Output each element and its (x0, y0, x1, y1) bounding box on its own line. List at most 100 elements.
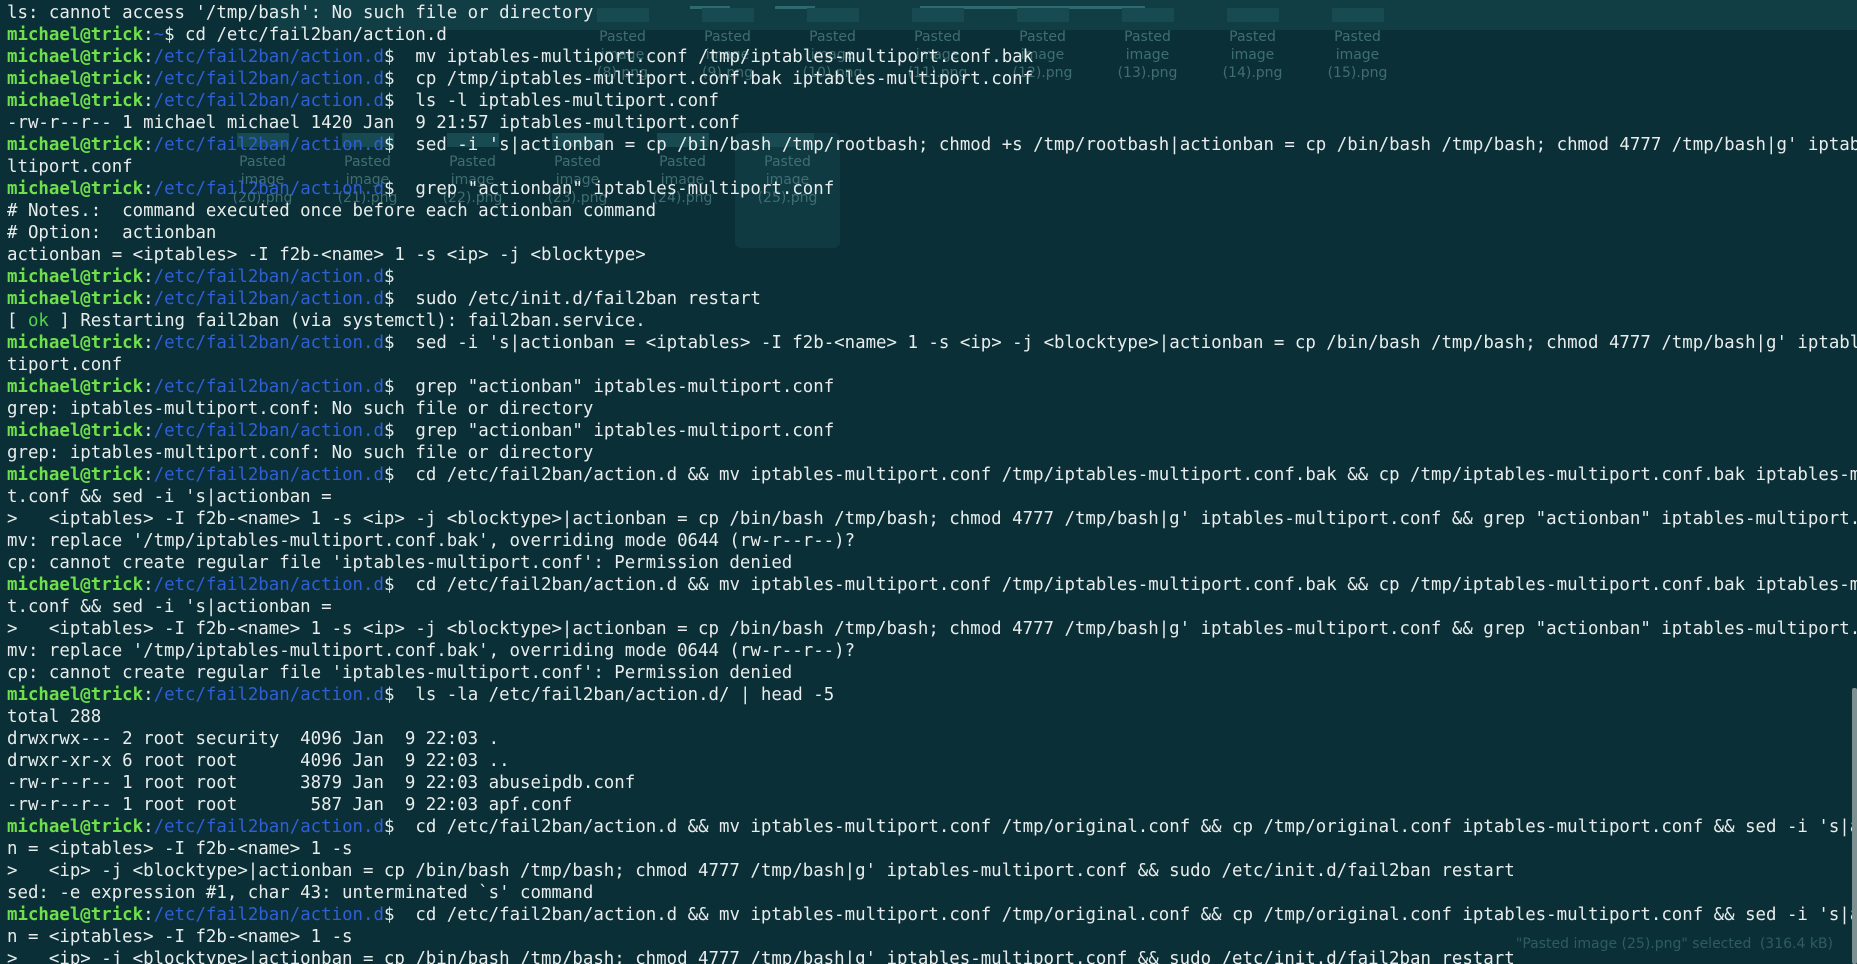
prompt-colon: : (143, 179, 154, 199)
prompt-dollar: $ (383, 685, 395, 705)
prompt-user: michael@trick (7, 135, 144, 155)
command-text: ls -l iptables-multiport.conf (394, 91, 720, 111)
prompt-user: michael@trick (7, 91, 144, 111)
output-line: ls: cannot access '/tmp/bash': No such f… (7, 2, 1849, 24)
prompt-user: michael@trick (7, 817, 144, 837)
prompt-path: /etc/fail2ban/action.d (153, 333, 384, 353)
command-text: cd /etc/fail2ban/action.d && mv iptables… (394, 817, 1857, 837)
prompt-user: michael@trick (7, 575, 144, 595)
prompt-colon: : (143, 465, 154, 485)
prompt-path: ~ (153, 25, 165, 45)
prompt-colon: : (143, 69, 154, 89)
output-text: -rw-r--r-- 1 root root 3879 Jan 9 22:03 … (7, 773, 636, 793)
output-text: ltiport.conf (7, 157, 133, 177)
output-text: t.conf && sed -i 's|actionban = (7, 487, 332, 507)
output-text: total 288 (7, 707, 102, 727)
prompt-path: /etc/fail2ban/action.d (153, 47, 384, 67)
prompt-colon: : (143, 135, 154, 155)
output-text: grep: iptables-multiport.conf: No such f… (7, 443, 594, 463)
prompt-line: michael@trick:/etc/fail2ban/action.d$ se… (7, 134, 1857, 156)
prompt-colon: : (143, 333, 154, 353)
prompt-line: michael@trick:~$ cd /etc/fail2ban/action… (7, 24, 1849, 46)
prompt-line: michael@trick:/etc/fail2ban/action.d$ su… (7, 288, 1849, 310)
prompt-line: michael@trick:/etc/fail2ban/action.d$ gr… (7, 376, 1849, 398)
command-text: cp /tmp/iptables-multiport.conf.bak ipta… (394, 69, 1034, 89)
output-text: > <ip> -j <blocktype>|actionban = cp /bi… (7, 949, 1515, 964)
output-text: # Notes.: command executed once before e… (7, 201, 657, 221)
prompt-path: /etc/fail2ban/action.d (153, 465, 384, 485)
ok-bracket-open: [ (7, 311, 18, 331)
command-text: grep "actionban" iptables-multiport.conf (394, 179, 835, 199)
output-line: t.conf && sed -i 's|actionban = (7, 596, 1849, 618)
prompt-dollar: $ (383, 69, 395, 89)
output-text: actionban = <iptables> -I f2b-<name> 1 -… (7, 245, 646, 265)
terminal-output[interactable]: ls: cannot access '/tmp/bash': No such f… (0, 0, 1857, 964)
command-text: cd /etc/fail2ban/action.d (174, 25, 447, 45)
output-text: > <ip> -j <blocktype>|actionban = cp /bi… (7, 861, 1515, 881)
prompt-path: /etc/fail2ban/action.d (153, 267, 384, 287)
prompt-colon: : (143, 267, 154, 287)
prompt-colon: : (143, 575, 154, 595)
prompt-dollar: $ (383, 817, 395, 837)
prompt-path: /etc/fail2ban/action.d (153, 905, 384, 925)
output-line: > <iptables> -I f2b-<name> 1 -s <ip> -j … (7, 618, 1857, 640)
prompt-path: /etc/fail2ban/action.d (153, 69, 384, 89)
prompt-dollar: $ (383, 135, 395, 155)
ok-bracket-close: ] (59, 311, 70, 331)
command-text: sed -i 's|actionban = <iptables> -I f2b-… (394, 333, 1857, 353)
command-text: sudo /etc/init.d/fail2ban restart (394, 289, 761, 309)
terminal-scrollbar[interactable] (1852, 688, 1857, 964)
ok-status: ok (17, 311, 60, 331)
prompt-line: michael@trick:/etc/fail2ban/action.d$ cp… (7, 68, 1849, 90)
prompt-user: michael@trick (7, 47, 144, 67)
prompt-dollar: $ (383, 289, 395, 309)
prompt-colon: : (143, 905, 154, 925)
output-line: [ ok ] Restarting fail2ban (via systemct… (7, 310, 1849, 332)
output-text: -rw-r--r-- 1 michael michael 1420 Jan 9 … (7, 113, 740, 133)
prompt-line: michael@trick:/etc/fail2ban/action.d$ ls… (7, 90, 1849, 112)
output-line: > <ip> -j <blocktype>|actionban = cp /bi… (7, 860, 1849, 882)
prompt-user: michael@trick (7, 685, 144, 705)
prompt-user: michael@trick (7, 905, 144, 925)
prompt-user: michael@trick (7, 267, 144, 287)
output-line: n = <iptables> -I f2b-<name> 1 -s (7, 926, 1849, 948)
command-text: grep "actionban" iptables-multiport.conf (394, 421, 835, 441)
output-text: cp: cannot create regular file 'iptables… (7, 553, 793, 573)
output-text: t.conf && sed -i 's|actionban = (7, 597, 332, 617)
prompt-line: michael@trick:/etc/fail2ban/action.d$ cd… (7, 904, 1857, 926)
output-text: Restarting fail2ban (via systemctl): fai… (69, 311, 646, 331)
prompt-dollar: $ (383, 333, 395, 353)
command-text: ls -la /etc/fail2ban/action.d/ | head -5 (394, 685, 835, 705)
prompt-path: /etc/fail2ban/action.d (153, 575, 384, 595)
prompt-user: michael@trick (7, 179, 144, 199)
output-line: > <iptables> -I f2b-<name> 1 -s <ip> -j … (7, 508, 1857, 530)
output-text: grep: iptables-multiport.conf: No such f… (7, 399, 594, 419)
prompt-dollar: $ (383, 47, 395, 67)
prompt-path: /etc/fail2ban/action.d (153, 179, 384, 199)
prompt-dollar: $ (383, 905, 395, 925)
output-line: tiport.conf (7, 354, 1849, 376)
prompt-user: michael@trick (7, 333, 144, 353)
output-line: > <ip> -j <blocktype>|actionban = cp /bi… (7, 948, 1849, 964)
prompt-colon: : (143, 25, 154, 45)
prompt-colon: : (143, 377, 154, 397)
prompt-path: /etc/fail2ban/action.d (153, 91, 384, 111)
prompt-user: michael@trick (7, 377, 144, 397)
output-line: # Option: actionban (7, 222, 1849, 244)
prompt-colon: : (143, 817, 154, 837)
command-text: mv iptables-multiport.conf /tmp/iptables… (394, 47, 1034, 67)
prompt-line: michael@trick:/etc/fail2ban/action.d$ gr… (7, 178, 1849, 200)
output-text: drwxrwx--- 2 root security 4096 Jan 9 22… (7, 729, 500, 749)
prompt-user: michael@trick (7, 25, 144, 45)
output-line: # Notes.: command executed once before e… (7, 200, 1849, 222)
output-text: sed: -e expression #1, char 43: untermin… (7, 883, 594, 903)
prompt-colon: : (143, 289, 154, 309)
output-line: drwxr-xr-x 6 root root 4096 Jan 9 22:03 … (7, 750, 1849, 772)
prompt-line: michael@trick:/etc/fail2ban/action.d$ cd… (7, 816, 1857, 838)
prompt-user: michael@trick (7, 421, 144, 441)
output-line: grep: iptables-multiport.conf: No such f… (7, 442, 1849, 464)
command-text: cd /etc/fail2ban/action.d && mv iptables… (394, 575, 1857, 595)
prompt-line: michael@trick:/etc/fail2ban/action.d$ (7, 266, 1849, 288)
prompt-line: michael@trick:/etc/fail2ban/action.d$ se… (7, 332, 1857, 354)
output-text: cp: cannot create regular file 'iptables… (7, 663, 793, 683)
